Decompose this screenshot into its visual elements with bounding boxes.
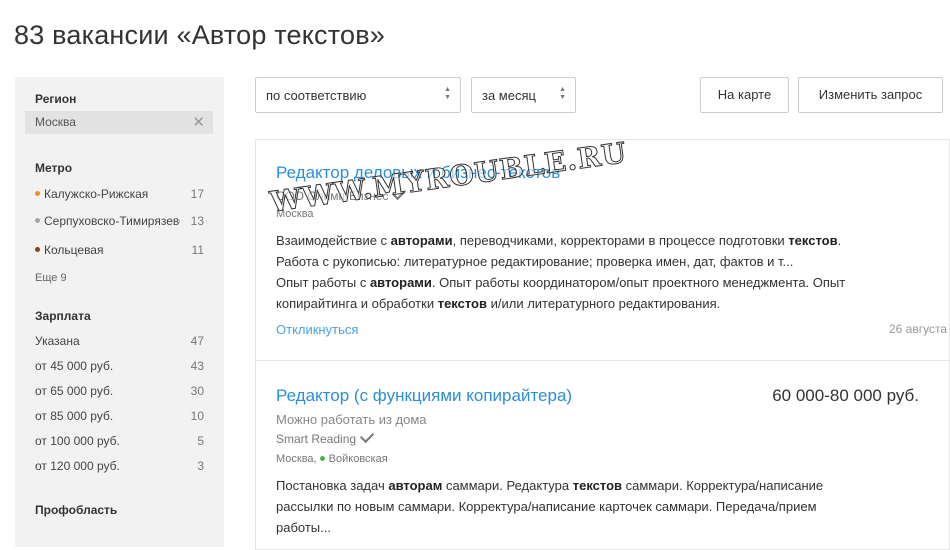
salary-item-count: 30: [190, 384, 204, 398]
salary-item-count: 5: [197, 434, 204, 448]
filters-sidebar: Регион Москва ✕ Метро Калужско-Рижская 1…: [15, 77, 224, 547]
salary-item-count: 43: [190, 359, 204, 373]
salary-item[interactable]: от 100 000 руб. 5: [35, 434, 204, 450]
metro-item-count: 17: [190, 187, 204, 201]
change-query-button[interactable]: Изменить запрос: [798, 77, 943, 113]
region-value: Москва: [35, 115, 76, 129]
salary-item-label: Указана: [35, 334, 80, 348]
salary-item[interactable]: от 65 000 руб. 30: [35, 384, 204, 400]
sort-value: по соответствию: [266, 88, 367, 103]
salary-item-count: 47: [190, 334, 204, 348]
updown-arrows-icon: ▲ ▼: [559, 86, 566, 101]
metro-line-dot-icon: [35, 247, 40, 253]
salary-item-label: от 85 000 руб.: [35, 409, 114, 423]
vacancy-date: 26 августа: [888, 322, 947, 336]
company-name[interactable]: Smart Reading: [276, 428, 375, 446]
salary-heading: Зарплата: [35, 309, 91, 323]
metro-station: Войковская: [328, 453, 388, 465]
salary-item[interactable]: от 120 000 руб. 3: [35, 459, 204, 475]
salary-item[interactable]: от 85 000 руб. 10: [35, 409, 204, 425]
period-value: за месяц: [482, 88, 536, 103]
remote-work-label: Можно работать из дома: [276, 412, 427, 427]
vacancy-location: Москва, Войковская: [276, 453, 388, 465]
updown-arrows-icon: ▲ ▼: [444, 86, 451, 101]
metro-item-label: Кольцевая: [44, 243, 104, 257]
metro-line-dot-icon: [319, 455, 325, 461]
map-button[interactable]: На карте: [700, 77, 789, 113]
salary-item-count: 3: [197, 459, 204, 473]
metro-item[interactable]: Серпуховско-Тимирязевская 13: [35, 214, 204, 230]
company-name-text: Smart Reading: [276, 432, 357, 446]
metro-item[interactable]: Кольцевая 11: [35, 243, 204, 259]
metro-item-count: 11: [191, 243, 204, 257]
metro-item-label: Калужско-Рижская: [44, 187, 149, 201]
salary-item-count: 10: [190, 409, 204, 423]
vacancy-snippet: Взаимодействие с авторами, переводчиками…: [276, 233, 846, 311]
metro-item[interactable]: Калужско-Рижская 17: [35, 187, 204, 203]
salary-item-label: от 100 000 руб.: [35, 434, 120, 448]
metro-line-dot-icon: [35, 218, 40, 224]
salary-item-label: от 120 000 руб.: [35, 459, 120, 473]
metro-item-label: Серпуховско-Тимирязевская: [44, 214, 180, 228]
vacancy-snippet: Постановка задач авторам саммари. Редакт…: [276, 478, 824, 535]
metro-line-dot-icon: [35, 191, 40, 197]
salary-item[interactable]: Указана 47: [35, 334, 204, 350]
vacancy-title-link[interactable]: Редактор (с функциями копирайтера): [276, 386, 572, 406]
period-select[interactable]: за месяц ▲ ▼: [471, 77, 576, 113]
close-icon[interactable]: ✕: [192, 113, 205, 131]
salary-item-label: от 65 000 руб.: [35, 384, 114, 398]
metro-item-count: 13: [190, 214, 204, 228]
vacancy-salary: 60 000-80 000 руб.: [772, 386, 919, 405]
salary-item[interactable]: от 45 000 руб. 43: [35, 359, 204, 375]
salary-item-label: от 45 000 руб.: [35, 359, 114, 373]
metro-more-link[interactable]: Еще 9: [35, 272, 67, 284]
sort-select[interactable]: по соответствию ▲ ▼: [255, 77, 461, 113]
vacancy-card: Редактор (с функциями копирайтера) 60 00…: [255, 360, 950, 550]
verified-check-icon: [359, 428, 375, 444]
respond-link[interactable]: Откликнуться: [276, 322, 358, 337]
profarea-heading: Профобласть: [35, 503, 118, 517]
page-title: 83 вакансии «Автор текстов»: [14, 20, 385, 51]
region-filter[interactable]: Москва ✕: [25, 111, 213, 134]
region-heading: Регион: [35, 92, 77, 106]
metro-heading: Метро: [35, 161, 73, 175]
